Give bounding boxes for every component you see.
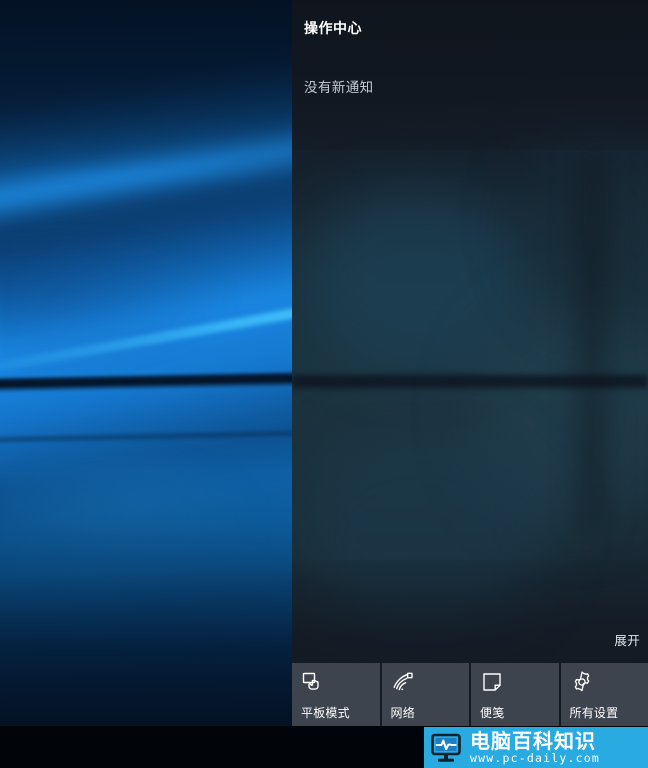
tablet-mode-icon xyxy=(301,670,325,694)
quick-action-label: 所有设置 xyxy=(569,706,619,720)
settings-gear-icon xyxy=(570,670,594,694)
quick-action-tile-tablet-mode[interactable]: 平板模式 xyxy=(292,663,380,726)
action-center-title: 操作中心 xyxy=(304,21,362,37)
quick-action-label: 网络 xyxy=(390,706,415,720)
quick-actions-grid: 平板模式 网络 便笺 所有设置 xyxy=(292,663,648,726)
watermark-brand: 电脑百科知识 xyxy=(470,728,596,753)
screen: 操作中心 没有新通知 展开 平板模式 网络 便笺 所有设置 电脑百科知识 www… xyxy=(0,0,648,768)
monitor-pulse-icon xyxy=(426,730,466,766)
no-notifications-message: 没有新通知 xyxy=(304,80,374,96)
action-center-panel[interactable]: 操作中心 没有新通知 展开 平板模式 网络 便笺 所有设置 xyxy=(292,0,648,726)
expand-quick-actions-link[interactable]: 展开 xyxy=(614,630,640,649)
quick-action-tile-sticky-notes[interactable]: 便笺 xyxy=(471,663,559,726)
sticky-note-icon xyxy=(480,670,504,694)
quick-action-label: 便笺 xyxy=(480,706,505,720)
quick-action-tile-network[interactable]: 网络 xyxy=(381,663,469,726)
watermark-url: www.pc-daily.com xyxy=(470,750,600,765)
site-watermark: 电脑百科知识 www.pc-daily.com xyxy=(424,727,648,768)
quick-action-label: 平板模式 xyxy=(301,706,350,720)
action-center-content: 操作中心 没有新通知 展开 平板模式 网络 便笺 所有设置 xyxy=(292,0,648,726)
watermark-text: 电脑百科知识 www.pc-daily.com xyxy=(466,731,648,765)
network-wifi-icon xyxy=(391,670,415,694)
quick-action-tile-all-settings[interactable]: 所有设置 xyxy=(560,663,648,726)
